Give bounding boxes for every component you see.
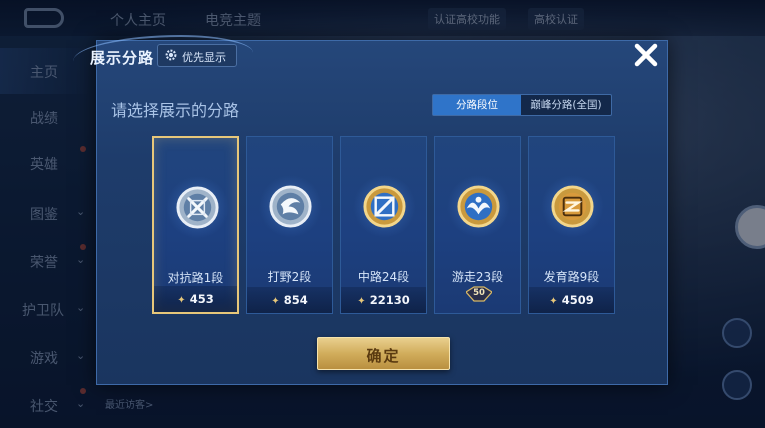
lane-rank-label: 对抗路1段	[167, 271, 224, 285]
lane-rank-label: 游走23段	[451, 270, 504, 284]
priority-display-label: 优先显示	[182, 51, 226, 64]
lane-card-jungle[interactable]: 打野2段 ✦ 854	[246, 136, 333, 314]
wing-icon: ✦	[271, 296, 280, 307]
level-badge-number: 50	[473, 288, 485, 298]
score-value: ✦ 4509	[549, 293, 594, 307]
lane-rank-label: 打野2段	[267, 270, 312, 284]
priority-display-button[interactable]: 优先显示	[157, 44, 237, 67]
sword-shield-icon	[176, 186, 219, 229]
score-value: ✦ 22130	[357, 293, 410, 307]
lane-rank-label: 发育路9段	[543, 270, 600, 284]
score-bar: ✦ 854	[247, 287, 332, 313]
wing-icon: ✦	[549, 296, 558, 307]
lane-display-dialog: 展示分路 优先显示 请选择展示的分路 分路段位 巅峰分路(全国) 对抗路1段 ✦…	[73, 35, 668, 385]
lane-rank-label: 中路24段	[357, 270, 410, 284]
confirm-button[interactable]: 确定	[317, 337, 450, 370]
lane-card-roam[interactable]: 游走23段 50	[434, 136, 521, 314]
close-icon[interactable]	[628, 37, 664, 73]
wing-icon: ✦	[177, 295, 186, 306]
gear-icon	[165, 49, 177, 61]
dialog-header: 展示分路 优先显示	[73, 35, 637, 71]
confirm-label: 确定	[366, 347, 401, 365]
lane-card-mid[interactable]: 中路24段 ✦ 22130	[340, 136, 427, 314]
tab-peak-lane[interactable]: 巅峰分路(全国)	[521, 95, 611, 115]
dialog-title: 展示分路	[90, 49, 155, 67]
score-bar: ✦ 22130	[341, 287, 426, 313]
bow-icon	[551, 185, 594, 228]
score-bar: ✦ 4509	[529, 287, 614, 313]
staff-icon	[363, 185, 406, 228]
wing-icon: ✦	[357, 296, 366, 307]
score-bar: ✦ 453	[154, 286, 237, 312]
score-value: ✦ 854	[271, 293, 308, 307]
guardian-icon	[457, 185, 500, 228]
lane-card-bot[interactable]: 发育路9段 ✦ 4509	[528, 136, 615, 314]
dialog-subtitle: 请选择展示的分路	[111, 101, 240, 120]
tab-lane-rank[interactable]: 分路段位	[433, 95, 521, 115]
lane-card-top[interactable]: 对抗路1段 ✦ 453	[152, 136, 239, 314]
score-value: ✦ 453	[177, 292, 214, 306]
claw-icon	[269, 185, 312, 228]
lane-mode-toggle: 分路段位 巅峰分路(全国)	[432, 94, 612, 116]
